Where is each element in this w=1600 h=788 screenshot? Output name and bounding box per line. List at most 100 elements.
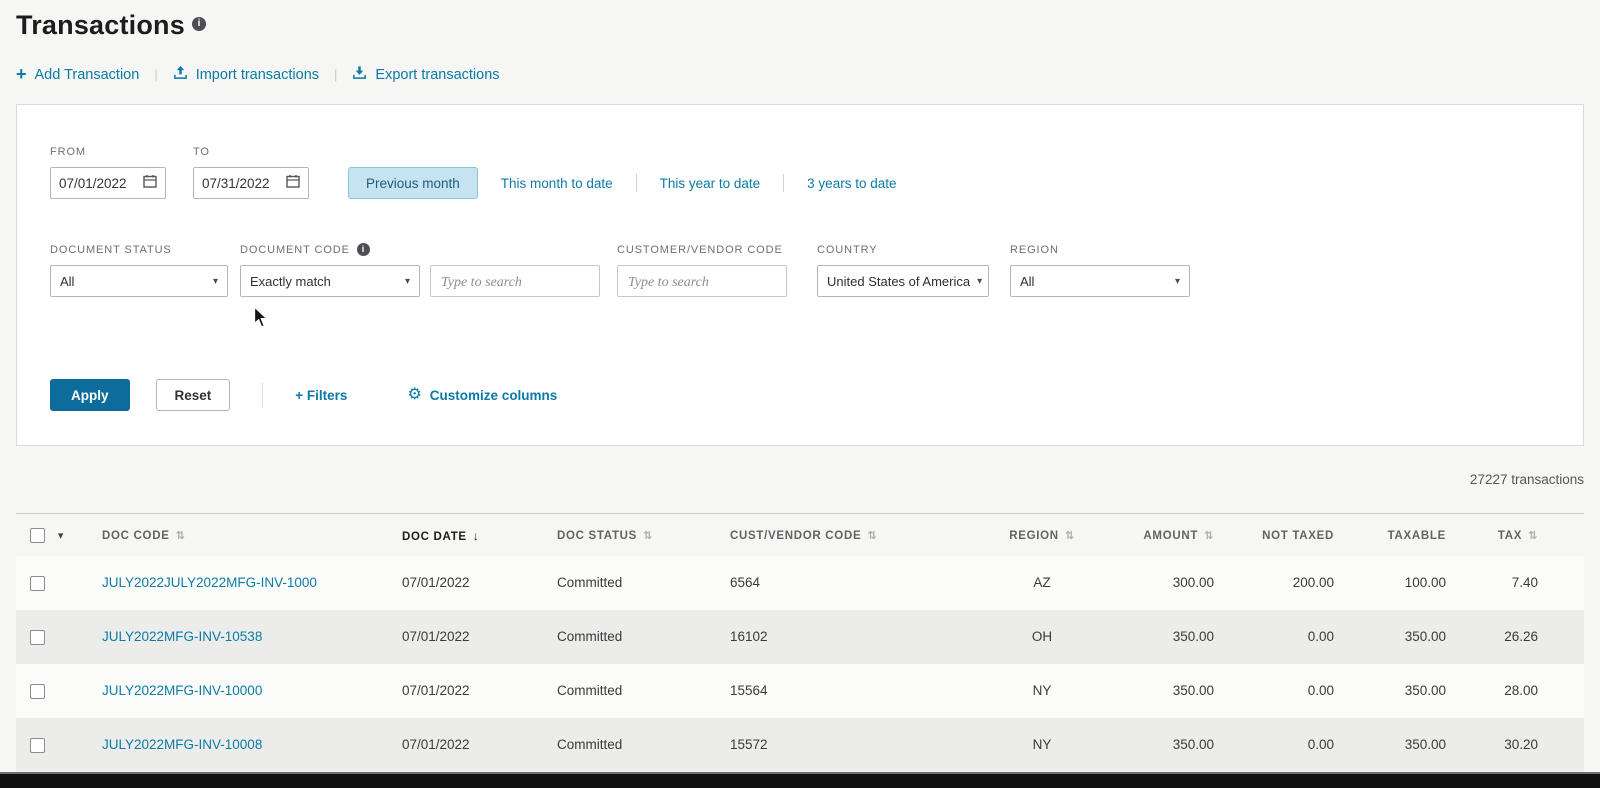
customer-vendor-group: CUSTOMER/VENDOR CODE [617, 243, 787, 297]
this-year-to-date-link[interactable]: This year to date [635, 174, 784, 192]
add-transaction-button[interactable]: + Add Transaction [16, 63, 139, 84]
cell-cust_vendor_code: 15564 [730, 683, 768, 699]
document-code-search-input[interactable] [430, 265, 600, 297]
transactions-page: Transactions i + Add Transaction | Impor… [0, 0, 1600, 772]
row-checkbox[interactable] [30, 683, 45, 699]
calendar-icon[interactable] [143, 174, 157, 193]
column-header-doc_code[interactable]: DOC CODE ⇅ [94, 513, 394, 556]
column-header-cust_vendor_code[interactable]: CUST/VENDOR CODE ⇅ [722, 513, 962, 556]
chevron-down-icon: ▾ [404, 275, 410, 287]
doc-code-link[interactable]: JULY2022JULY2022MFG-INV-1000 [102, 575, 317, 590]
column-header-doc_status[interactable]: DOC STATUS ⇅ [549, 513, 722, 556]
cell-not_taxed: 200.00 [1292, 575, 1334, 591]
cell-doc_status: Committed [557, 683, 623, 699]
page-title: Transactions [16, 10, 185, 40]
row-select-cell [16, 610, 94, 664]
column-header-amount[interactable]: AMOUNT ⇅ [1122, 513, 1222, 556]
cell-tax: 26.26 [1504, 629, 1538, 645]
export-transactions-button[interactable]: Export transactions [352, 65, 500, 84]
customize-columns-link[interactable]: ⚙ Customize columns [407, 387, 557, 403]
transaction-row: JULY2022MFG-INV-10538 07/01/2022 Committed… [16, 609, 1584, 664]
cell-cust_vendor_code: 6564 [730, 575, 761, 591]
customize-columns-label: Customize columns [429, 387, 558, 403]
table-body: JULY2022JULY2022MFG-INV-1000 07/01/2022 Co… [16, 556, 1584, 772]
chevron-down-icon: ▾ [1174, 275, 1180, 287]
sort-icon: ⇅ [175, 530, 186, 542]
customer-vendor-label: CUSTOMER/VENDOR CODE [617, 243, 783, 256]
info-icon[interactable]: i [356, 243, 370, 256]
transactions-count: 27227 transactions [1469, 472, 1584, 487]
region-value: All [1020, 273, 1035, 289]
document-code-match-select[interactable]: Exactly match ▾ [240, 265, 420, 297]
cell-doc_date: 07/01/2022 [402, 683, 470, 699]
sort-icon: ⇅ [643, 530, 653, 542]
row-checkbox[interactable] [30, 737, 45, 753]
cell-tax: 30.20 [1504, 737, 1538, 753]
row-select-cell [16, 556, 94, 610]
row-checkbox[interactable] [30, 629, 45, 645]
sort-icon: ⇅ [1528, 530, 1538, 542]
export-transactions-label: Export transactions [375, 66, 500, 83]
cell-doc_date: 07/01/2022 [402, 629, 470, 645]
upload-icon [173, 65, 188, 84]
to-label: TO [193, 145, 210, 158]
column-header-not_taxed: NOT TAXED [1222, 513, 1342, 556]
column-label-tax: TAX [1497, 530, 1523, 542]
to-date-input[interactable] [202, 175, 284, 191]
column-header-region[interactable]: REGION ⇅ [962, 513, 1122, 556]
transaction-row: JULY2022JULY2022MFG-INV-1000 07/01/2022 Co… [16, 556, 1584, 610]
previous-month-button[interactable]: Previous month [348, 167, 478, 199]
from-date-field [50, 167, 166, 199]
cell-doc_code: JULY2022MFG-INV-10008 [94, 718, 394, 772]
table-header-row: ▾ DOC CODE ⇅ DOC DATE ↓ DOC STATUS ⇅ CUST/VEND… [16, 513, 1584, 556]
column-label-taxable: TAXABLE [1387, 529, 1446, 542]
country-select[interactable]: United States of America ▾ [817, 265, 989, 297]
cell-doc_status: Committed [557, 737, 623, 753]
cell-doc_status: Committed [557, 629, 623, 645]
calendar-icon[interactable] [286, 174, 300, 193]
reset-button[interactable]: Reset [155, 379, 231, 411]
document-status-group: DOCUMENT STATUS All ▾ [50, 243, 228, 297]
region-select[interactable]: All ▾ [1010, 265, 1190, 297]
this-month-to-date-link[interactable]: This month to date [478, 174, 636, 192]
document-code-match-value: Exactly match [250, 273, 331, 289]
document-status-select[interactable]: All ▾ [50, 265, 228, 297]
toolbar-divider: | [154, 67, 158, 82]
import-transactions-label: Import transactions [195, 66, 320, 83]
apply-button[interactable]: Apply [50, 379, 130, 411]
document-code-group: DOCUMENT CODE i Exactly match ▾ [240, 243, 600, 297]
import-transactions-button[interactable]: Import transactions [173, 65, 319, 84]
from-label: FROM [50, 145, 86, 158]
row-checkbox[interactable] [30, 575, 45, 591]
from-date-input[interactable] [59, 175, 141, 191]
column-label-region: REGION [1009, 530, 1059, 542]
select-all-checkbox[interactable] [30, 528, 45, 543]
cell-cust_vendor_code: 15572 [730, 737, 768, 753]
gear-icon: ⚙ [407, 386, 422, 403]
country-value: United States of America [827, 273, 971, 289]
row-select-cell [16, 664, 94, 718]
column-header-taxable: TAXABLE [1342, 513, 1454, 556]
chevron-down-icon: ▾ [977, 275, 983, 287]
doc-code-link[interactable]: JULY2022MFG-INV-10538 [102, 629, 262, 644]
info-icon[interactable]: i [191, 17, 206, 31]
cell-amount: 350.00 [1172, 629, 1214, 645]
row-select-cell [16, 718, 94, 772]
doc-code-link[interactable]: JULY2022MFG-INV-10000 [102, 683, 262, 698]
more-filters-link[interactable]: + Filters [295, 388, 347, 403]
column-header-doc_date[interactable]: DOC DATE ↓ [394, 513, 549, 556]
cell-taxable: 350.00 [1404, 683, 1446, 699]
doc-code-link[interactable]: JULY2022MFG-INV-10008 [102, 737, 262, 752]
customer-vendor-search-input[interactable] [617, 265, 787, 297]
cell-amount: 350.00 [1172, 683, 1214, 699]
sort-icon: ⇅ [1064, 530, 1075, 542]
plus-icon: + [16, 63, 27, 84]
cell-not_taxed: 0.00 [1307, 737, 1334, 753]
three-years-to-date-link[interactable]: 3 years to date [783, 174, 919, 192]
column-header-tax[interactable]: TAX ⇅ [1454, 513, 1584, 556]
to-date-group: TO [193, 145, 309, 199]
cell-not_taxed: 0.00 [1307, 683, 1334, 699]
cell-region: NY [1032, 737, 1052, 753]
cell-doc_code: JULY2022MFG-INV-10538 [94, 610, 394, 664]
select-options-chevron-icon[interactable]: ▾ [58, 530, 64, 542]
